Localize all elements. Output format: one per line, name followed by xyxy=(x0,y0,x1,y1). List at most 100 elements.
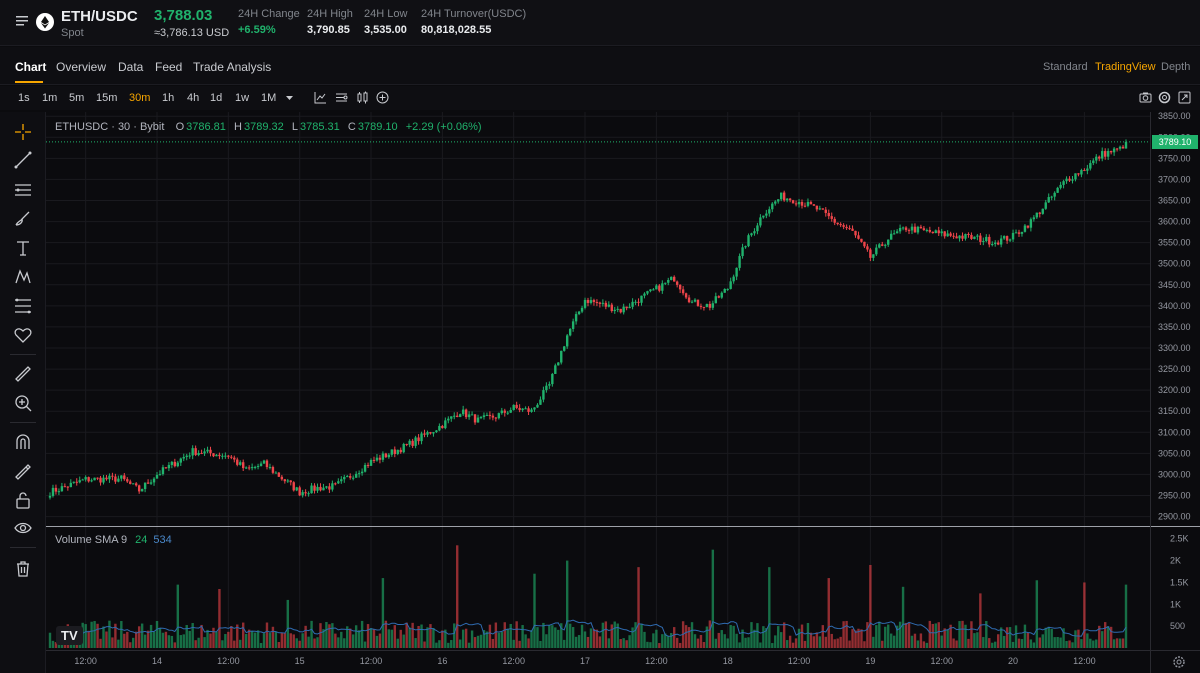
fullscreen-icon[interactable] xyxy=(1178,91,1191,104)
settings-icon[interactable] xyxy=(1158,91,1171,104)
volume-bar xyxy=(256,630,260,648)
candlestick-chart[interactable]: 3850.003800.003750.003700.003650.003600.… xyxy=(46,112,1200,673)
volume-bar xyxy=(720,630,723,648)
volume-bar xyxy=(369,628,373,648)
candle-body xyxy=(203,451,206,454)
candle-body xyxy=(244,467,248,469)
candle-body xyxy=(848,228,851,230)
time-tick-label: 12:00 xyxy=(930,656,953,666)
volume-bar xyxy=(690,622,694,648)
candle-body xyxy=(176,462,180,467)
volume-bar xyxy=(714,638,718,648)
volume-bar xyxy=(875,625,878,648)
candle-body xyxy=(649,289,652,292)
trash-icon[interactable] xyxy=(13,558,33,578)
candle-body xyxy=(782,192,786,201)
timeframe-5m[interactable]: 5m xyxy=(69,92,84,104)
indicators-icon[interactable] xyxy=(314,91,327,104)
horizontal-lines-icon[interactable] xyxy=(13,180,33,200)
trend-line-icon[interactable] xyxy=(13,150,33,170)
candle-body xyxy=(289,480,292,483)
volume-bar xyxy=(111,637,114,648)
fib-icon[interactable] xyxy=(13,296,33,316)
tool-divider xyxy=(10,354,36,355)
candle-body xyxy=(1109,151,1113,153)
candle-body xyxy=(188,455,191,457)
candle-body xyxy=(1106,151,1110,157)
timeframe-1M[interactable]: 1M xyxy=(261,92,276,104)
price-tick-label: 2950.00 xyxy=(1158,491,1191,501)
candle-body xyxy=(536,404,539,408)
heart-icon[interactable] xyxy=(13,325,33,345)
menu-icon[interactable] xyxy=(16,15,28,27)
timeframe-1d[interactable]: 1d xyxy=(210,92,222,104)
timeframe-1h[interactable]: 1h xyxy=(162,92,174,104)
volume-bar xyxy=(301,633,304,648)
tradingview-logo[interactable]: TV xyxy=(56,626,83,645)
crosshair-icon[interactable] xyxy=(13,122,33,142)
volume-bar xyxy=(976,632,979,648)
candle-body xyxy=(399,449,402,453)
volume-bar xyxy=(337,637,340,648)
candle-body xyxy=(949,233,952,236)
timeframe-1s[interactable]: 1s xyxy=(18,92,30,104)
candle-body xyxy=(1103,151,1107,157)
brush-icon[interactable] xyxy=(13,209,33,229)
volume-bar xyxy=(937,622,940,648)
stat-value: +6.59% xyxy=(238,24,276,36)
magnet-icon[interactable] xyxy=(13,432,33,452)
tab-trade-analysis[interactable]: Trade Analysis xyxy=(193,60,271,74)
timeframe-4h[interactable]: 4h xyxy=(187,92,199,104)
volume-bar xyxy=(649,642,652,648)
lock-icon[interactable] xyxy=(13,490,33,510)
volume-bar xyxy=(387,629,391,648)
candle-body xyxy=(375,457,379,461)
tab-chart[interactable]: Chart xyxy=(15,60,46,74)
view-tradingview[interactable]: TradingView xyxy=(1095,61,1156,73)
caret-down-icon[interactable] xyxy=(283,91,296,104)
camera-icon[interactable] xyxy=(1139,91,1152,104)
candle-type-icon[interactable] xyxy=(356,91,369,104)
volume-bar xyxy=(598,636,602,648)
text-tool-icon[interactable] xyxy=(13,238,33,258)
volume-bar xyxy=(164,631,168,648)
timeframe-1m[interactable]: 1m xyxy=(42,92,57,104)
volume-bar xyxy=(887,624,890,648)
draw-lock-icon[interactable] xyxy=(13,461,33,481)
view-standard[interactable]: Standard xyxy=(1043,61,1088,73)
candle-body xyxy=(560,350,563,363)
candle-body xyxy=(250,467,254,469)
axis-settings-icon[interactable] xyxy=(1172,655,1186,669)
ruler-icon[interactable] xyxy=(13,364,33,384)
zoom-in-icon[interactable] xyxy=(13,393,33,413)
stat-24h-low: 24H Low 3,535.00 xyxy=(364,8,407,36)
candle-body xyxy=(887,239,890,245)
timeframe-30m[interactable]: 30m xyxy=(129,92,150,104)
tab-overview[interactable]: Overview xyxy=(56,60,106,74)
tab-feed[interactable]: Feed xyxy=(155,60,182,74)
volume-bar xyxy=(812,636,816,648)
candle-body xyxy=(554,365,557,374)
tool-divider xyxy=(10,422,36,423)
chart-settings-icon[interactable] xyxy=(335,91,348,104)
volume-bar xyxy=(797,628,801,648)
market-type: Spot xyxy=(61,27,84,39)
timeframe-15m[interactable]: 15m xyxy=(96,92,117,104)
chart-area[interactable]: 3850.003800.003750.003700.003650.003600.… xyxy=(46,112,1200,673)
volume-bar xyxy=(1053,637,1056,648)
view-depth[interactable]: Depth xyxy=(1161,61,1190,73)
candle-body xyxy=(438,425,441,431)
candle-body xyxy=(744,246,747,248)
eye-icon[interactable] xyxy=(13,518,33,538)
candle-body xyxy=(765,213,768,216)
tab-data[interactable]: Data xyxy=(118,60,143,74)
pair-name[interactable]: ETH/USDC xyxy=(61,8,138,25)
pattern-icon[interactable] xyxy=(13,267,33,287)
candle-body xyxy=(456,415,459,418)
timeframe-1w[interactable]: 1w xyxy=(235,92,249,104)
volume-bar xyxy=(996,634,1000,648)
volume-bar xyxy=(661,634,664,648)
volume-bar xyxy=(1103,622,1107,648)
price-tick-label: 3650.00 xyxy=(1158,196,1191,206)
add-indicator-icon[interactable] xyxy=(376,91,389,104)
